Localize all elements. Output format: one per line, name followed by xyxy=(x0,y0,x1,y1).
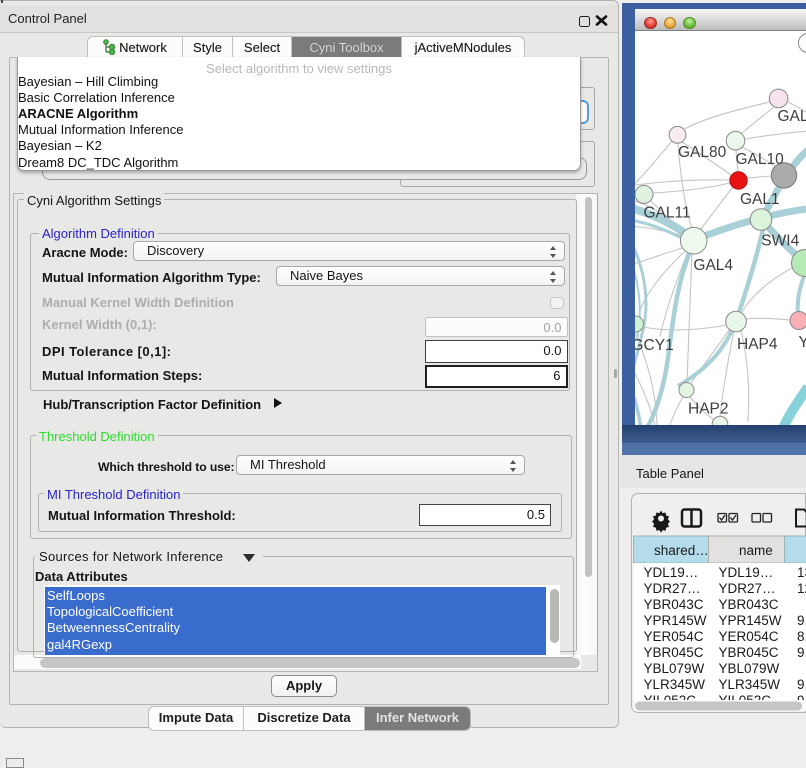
svg-text:GAL11: GAL11 xyxy=(644,205,691,222)
svg-text:GAL4: GAL4 xyxy=(693,257,733,274)
svg-text:HAP2: HAP2 xyxy=(688,401,729,418)
svg-text:GAL7: GAL7 xyxy=(778,108,806,125)
svg-text:YLR345W: YLR345W xyxy=(644,677,706,692)
svg-text:YBL079W: YBL079W xyxy=(719,661,780,676)
svg-text:YER054C: YER054C xyxy=(719,629,779,644)
svg-text:GAL10: GAL10 xyxy=(736,151,785,168)
svg-text:9.: 9. xyxy=(797,613,806,628)
svg-text:YDL19…: YDL19… xyxy=(719,565,774,580)
svg-text:YBR045C: YBR045C xyxy=(644,645,704,660)
svg-text:YLR345W: YLR345W xyxy=(719,677,781,692)
svg-text:GAL1: GAL1 xyxy=(740,191,780,208)
svg-text:YBR045C: YBR045C xyxy=(719,645,779,660)
svg-text:GCY1: GCY1 xyxy=(635,337,674,354)
svg-text:YBR043C: YBR043C xyxy=(644,597,704,612)
svg-text:YBR043C: YBR043C xyxy=(719,597,779,612)
svg-text:8.: 8. xyxy=(797,629,806,644)
svg-text:GAL80: GAL80 xyxy=(678,144,727,161)
svg-text:YPR145W: YPR145W xyxy=(644,613,707,628)
svg-text:Y: Y xyxy=(799,334,806,351)
svg-text:SWI4: SWI4 xyxy=(761,233,799,250)
svg-text:9.: 9. xyxy=(797,677,806,692)
svg-text:YDR27…: YDR27… xyxy=(719,581,776,596)
svg-text:YBL079W: YBL079W xyxy=(644,661,705,676)
svg-text:name: name xyxy=(739,543,773,558)
svg-text:shared…: shared… xyxy=(654,543,709,558)
svg-text:YER054C: YER054C xyxy=(644,629,704,644)
svg-text:13: 13 xyxy=(797,565,806,580)
svg-text:12: 12 xyxy=(797,581,806,596)
svg-text:9.: 9. xyxy=(797,645,806,660)
svg-text:YDL19…: YDL19… xyxy=(644,565,699,580)
svg-text:YPR145W: YPR145W xyxy=(719,613,782,628)
svg-text:HAP4: HAP4 xyxy=(737,336,778,353)
svg-text:YDR27…: YDR27… xyxy=(644,581,701,596)
